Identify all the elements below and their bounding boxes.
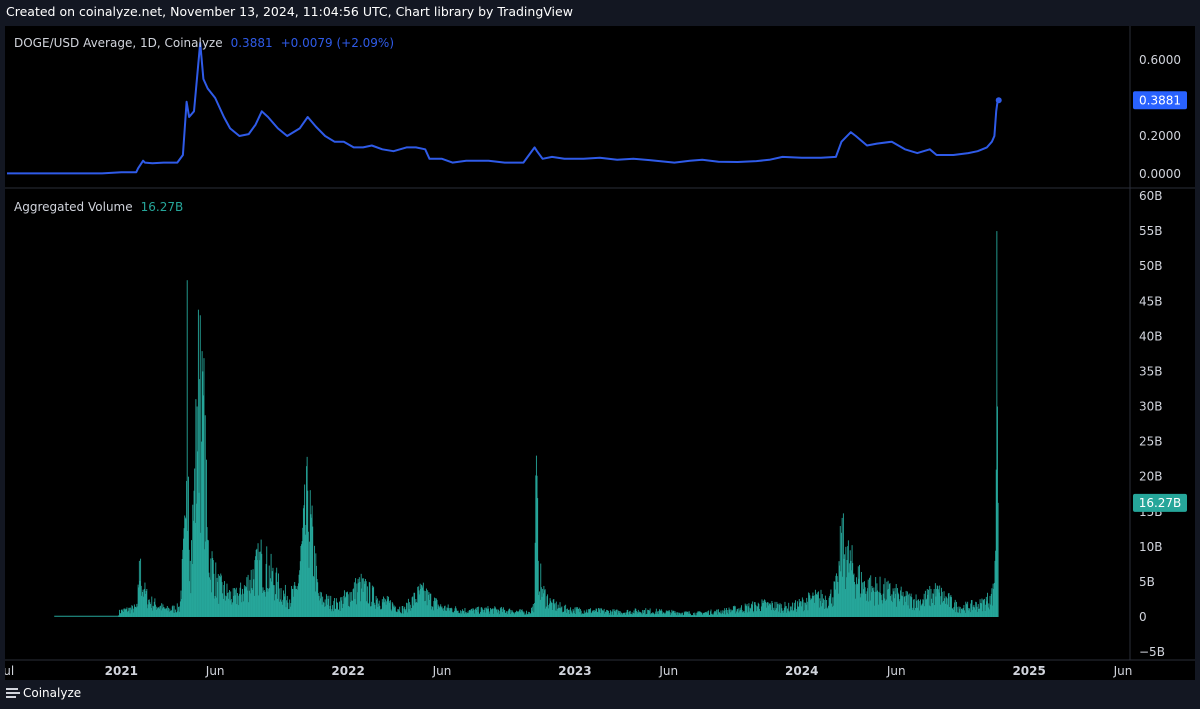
price-tick-label: 0.2000 xyxy=(1139,129,1181,143)
volume-legend-title: Aggregated Volume xyxy=(14,200,133,214)
volume-tick-label: 50B xyxy=(1139,259,1163,273)
price-tick-label: 0.6000 xyxy=(1139,53,1181,67)
time-tick-label: Jun xyxy=(432,664,452,678)
volume-tick-label: 20B xyxy=(1139,470,1163,484)
time-tick-label: Jun xyxy=(886,664,906,678)
volume-tick-label: 55B xyxy=(1139,224,1163,238)
time-tick-label: Jul xyxy=(5,664,14,678)
coinalyze-brand[interactable]: Coinalyze xyxy=(6,686,81,700)
volume-tick-label: 45B xyxy=(1139,294,1163,308)
volume-tick-label: 35B xyxy=(1139,364,1163,378)
time-tick-label: 2024 xyxy=(785,664,818,678)
time-tick-label: 2022 xyxy=(331,664,364,678)
price-legend-symbol: DOGE/USD Average, 1D, Coinalyze xyxy=(14,36,223,50)
time-tick-label: 2021 xyxy=(105,664,138,678)
volume-tick-label: −5B xyxy=(1139,645,1165,659)
time-tick-label: Jun xyxy=(205,664,225,678)
menu-lines-icon xyxy=(6,687,20,699)
volume-last-badge-label: 16.27B xyxy=(1139,496,1182,510)
volume-tick-label: 10B xyxy=(1139,540,1163,554)
header-credit: Created on coinalyze.net, November 13, 2… xyxy=(6,4,573,19)
footer: Coinalyze xyxy=(0,680,1200,709)
price-series-line xyxy=(7,41,1000,175)
volume-legend-last: 16.27B xyxy=(141,200,184,214)
volume-legend: Aggregated Volume 16.27B xyxy=(14,200,183,214)
volume-tick-label: 60B xyxy=(1139,189,1163,203)
price-last-badge-label: 0.3881 xyxy=(1139,93,1181,107)
time-tick-label: 2023 xyxy=(558,664,591,678)
volume-tick-label: 25B xyxy=(1139,435,1163,449)
volume-tick-label: 40B xyxy=(1139,329,1163,343)
chart-area[interactable]: 0.6000 0.2000 0.0000 60B 55B 50B 45B 40B 35B 30B 2… xyxy=(0,26,1195,680)
volume-tick-label: 5B xyxy=(1139,575,1155,589)
chart-svg[interactable]: 0.6000 0.2000 0.0000 60B 55B 50B 45B 40B 35B 30B 2… xyxy=(0,26,1195,680)
price-tick-label: 0.0000 xyxy=(1139,167,1181,181)
volume-bar xyxy=(997,502,999,617)
time-tick-label: Jun xyxy=(658,664,678,678)
price-last-point xyxy=(995,97,1002,104)
volume-tick-label: 0 xyxy=(1139,610,1147,624)
time-tick-label: Jun xyxy=(1113,664,1133,678)
volume-tick-label: 30B xyxy=(1139,400,1163,414)
price-legend: DOGE/USD Average, 1D, Coinalyze 0.3881 +0.… xyxy=(14,36,394,50)
time-tick-label: 2025 xyxy=(1012,664,1045,678)
price-legend-last: 0.3881 xyxy=(231,36,273,50)
brand-label: Coinalyze xyxy=(23,686,82,700)
price-legend-change: +0.0079 (+2.09%) xyxy=(281,36,394,50)
